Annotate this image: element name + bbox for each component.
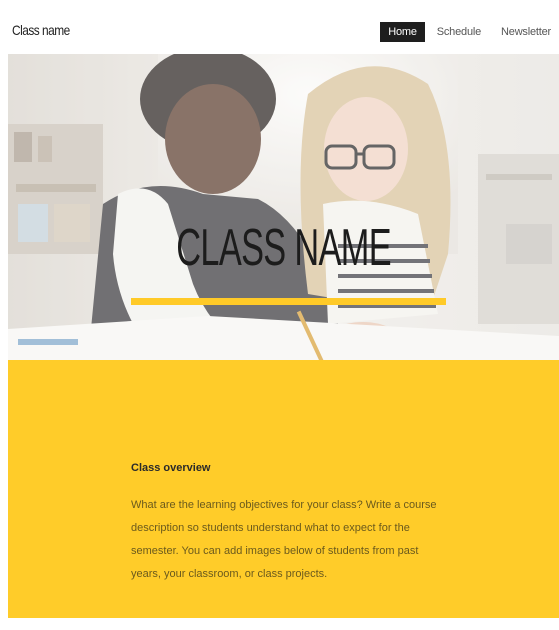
top-navbar: Class name Home Schedule Newsletter	[8, 14, 559, 52]
nav-link-newsletter[interactable]: Newsletter	[493, 22, 559, 42]
overview-heading: Class overview	[131, 462, 211, 474]
site-title[interactable]: Class name	[12, 22, 70, 38]
hero-banner: CLASS NAME	[8, 54, 559, 360]
nav-links: Home Schedule Newsletter	[380, 22, 559, 42]
nav-link-schedule[interactable]: Schedule	[429, 22, 489, 42]
page: Class name Home Schedule Newsletter CLAS…	[0, 0, 559, 630]
hero-overlay	[8, 54, 559, 360]
overview-description: What are the learning objectives for you…	[131, 499, 437, 580]
class-overview-section: Class overview What are the learning obj…	[8, 360, 559, 618]
hero-title-underline	[131, 298, 446, 305]
hero-title: CLASS NAME	[8, 222, 559, 274]
hero-title-text: CLASS NAME	[176, 219, 391, 277]
nav-link-home[interactable]: Home	[380, 22, 425, 42]
